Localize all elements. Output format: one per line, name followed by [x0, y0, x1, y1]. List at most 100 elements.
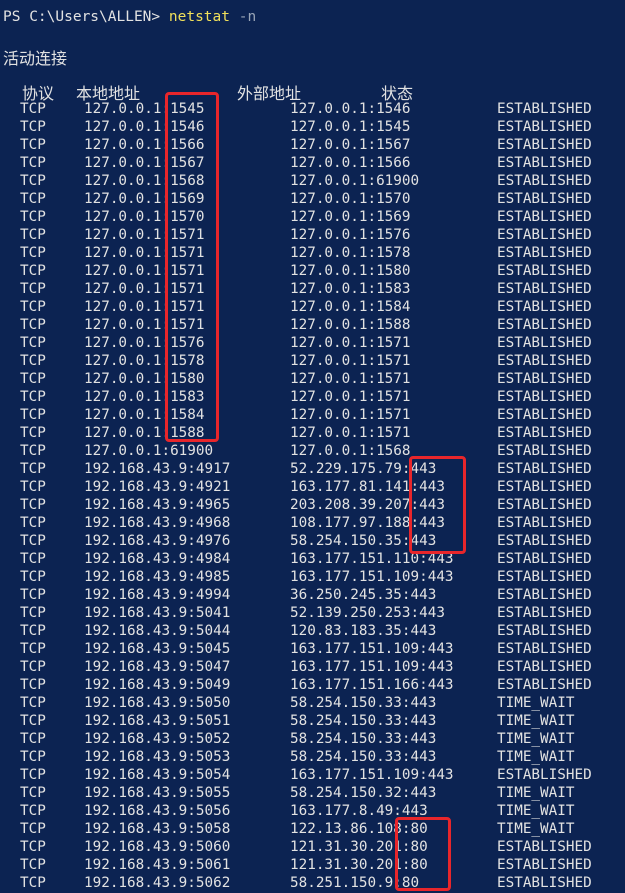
local-address-cell: 192.168.43.9:5045: [84, 641, 231, 657]
foreign-address-cell: 163.177.81.141:443: [290, 479, 445, 495]
connection-row: TCP 192.168.43.9:5053 58.254.150.33:443 TIM…: [0, 748, 625, 766]
state-cell: ESTABLISHED: [497, 839, 592, 855]
state-cell: ESTABLISHED: [497, 281, 592, 297]
foreign-address-cell: 127.0.0.1:1583: [290, 281, 411, 297]
local-address-cell: 127.0.0.1:1571: [84, 227, 205, 243]
connection-row: TCP 192.168.43.9:4985 163.177.151.109:443 E…: [0, 568, 625, 586]
local-address-cell: 127.0.0.1:1571: [84, 281, 205, 297]
protocol-cell: TCP: [20, 227, 46, 243]
state-cell: ESTABLISHED: [497, 371, 592, 387]
protocol-cell: TCP: [20, 173, 46, 189]
foreign-address-cell: 127.0.0.1:1588: [290, 317, 411, 333]
local-address-cell: 192.168.43.9:4985: [84, 569, 231, 585]
protocol-cell: TCP: [20, 281, 46, 297]
local-address-cell: 192.168.43.9:5051: [84, 713, 231, 729]
protocol-cell: TCP: [20, 785, 46, 801]
local-address-cell: 192.168.43.9:5047: [84, 659, 231, 675]
protocol-cell: TCP: [20, 299, 46, 315]
connection-row: TCP 192.168.43.9:5058 122.13.86.108:80 TIME…: [0, 820, 625, 838]
protocol-cell: TCP: [20, 209, 46, 225]
connection-row: TCP 127.0.0.1:1588 127.0.0.1:1571 ESTABLISH…: [0, 424, 625, 442]
protocol-cell: TCP: [20, 875, 46, 891]
protocol-cell: TCP: [20, 425, 46, 441]
state-cell: ESTABLISHED: [497, 497, 592, 513]
state-cell: ESTABLISHED: [497, 335, 592, 351]
foreign-address-cell: 127.0.0.1:1571: [290, 353, 411, 369]
state-cell: TIME_WAIT: [497, 731, 575, 747]
foreign-address-cell: 163.177.151.109:443: [290, 767, 454, 783]
local-address-cell: 192.168.43.9:5060: [84, 839, 231, 855]
connection-row: TCP 192.168.43.9:5052 58.254.150.33:443 TIM…: [0, 730, 625, 748]
local-address-cell: 192.168.43.9:5053: [84, 749, 231, 765]
local-address-cell: 192.168.43.9:5058: [84, 821, 231, 837]
foreign-address-cell: 163.177.151.110:443: [290, 551, 454, 567]
connection-row: TCP 127.0.0.1:1578 127.0.0.1:1571 ESTABLISH…: [0, 352, 625, 370]
local-address-cell: 192.168.43.9:5049: [84, 677, 231, 693]
state-cell: ESTABLISHED: [497, 155, 592, 171]
connection-row: TCP 127.0.0.1:1545 127.0.0.1:1546 ESTABLISH…: [0, 100, 625, 118]
state-cell: ESTABLISHED: [497, 245, 592, 261]
connection-row: TCP 127.0.0.1:1568 127.0.0.1:61900 ESTABLIS…: [0, 172, 625, 190]
state-cell: ESTABLISHED: [497, 353, 592, 369]
connection-row: TCP 127.0.0.1:1583 127.0.0.1:1571 ESTABLISH…: [0, 388, 625, 406]
state-cell: TIME_WAIT: [497, 713, 575, 729]
foreign-address-cell: 121.31.30.201:80: [290, 857, 428, 873]
protocol-cell: TCP: [20, 659, 46, 675]
state-cell: ESTABLISHED: [497, 659, 592, 675]
protocol-cell: TCP: [20, 551, 46, 567]
connection-row: TCP 127.0.0.1:1571 127.0.0.1:1578 ESTABLISH…: [0, 244, 625, 262]
foreign-address-cell: 163.177.151.109:443: [290, 569, 454, 585]
state-cell: ESTABLISHED: [497, 623, 592, 639]
local-address-cell: 127.0.0.1:1583: [84, 389, 205, 405]
protocol-cell: TCP: [20, 101, 46, 117]
protocol-cell: TCP: [20, 137, 46, 153]
prompt-path: PS C:\Users\ALLEN>: [3, 9, 169, 25]
state-cell: ESTABLISHED: [497, 317, 592, 333]
protocol-cell: TCP: [20, 497, 46, 513]
local-address-cell: 192.168.43.9:5056: [84, 803, 231, 819]
connection-row: TCP 127.0.0.1:1576 127.0.0.1:1571 ESTABLISH…: [0, 334, 625, 352]
state-cell: ESTABLISHED: [497, 569, 592, 585]
state-cell: ESTABLISHED: [497, 875, 592, 891]
local-address-cell: 127.0.0.1:1546: [84, 119, 205, 135]
state-cell: ESTABLISHED: [497, 857, 592, 873]
protocol-cell: TCP: [20, 245, 46, 261]
connection-row: TCP 127.0.0.1:1566 127.0.0.1:1567 ESTABLISH…: [0, 136, 625, 154]
protocol-cell: TCP: [20, 677, 46, 693]
connection-row: TCP 192.168.43.9:5041 52.139.250.253:443 ES…: [0, 604, 625, 622]
local-address-cell: 192.168.43.9:5052: [84, 731, 231, 747]
command-prompt[interactable]: PS C:\Users\ALLEN> netstat -n: [3, 9, 256, 25]
state-cell: ESTABLISHED: [497, 299, 592, 315]
state-cell: TIME_WAIT: [497, 803, 575, 819]
state-cell: ESTABLISHED: [497, 119, 592, 135]
state-cell: ESTABLISHED: [497, 191, 592, 207]
connection-row: TCP 192.168.43.9:5056 163.177.8.49:443 TIME…: [0, 802, 625, 820]
local-address-cell: 192.168.43.9:5054: [84, 767, 231, 783]
protocol-cell: TCP: [20, 407, 46, 423]
foreign-address-cell: 127.0.0.1:1570: [290, 191, 411, 207]
foreign-address-cell: 122.13.86.108:80: [290, 821, 428, 837]
state-cell: ESTABLISHED: [497, 515, 592, 531]
local-address-cell: 192.168.43.9:5044: [84, 623, 231, 639]
local-address-cell: 192.168.43.9:4965: [84, 497, 231, 513]
protocol-cell: TCP: [20, 533, 46, 549]
local-address-cell: 127.0.0.1:1588: [84, 425, 205, 441]
foreign-address-cell: 127.0.0.1:1571: [290, 425, 411, 441]
connection-row: TCP 127.0.0.1:61900 127.0.0.1:1568 ESTABLIS…: [0, 442, 625, 460]
foreign-address-cell: 127.0.0.1:1566: [290, 155, 411, 171]
connection-row: TCP 127.0.0.1:1571 127.0.0.1:1583 ESTABLISH…: [0, 280, 625, 298]
connection-row: TCP 192.168.43.9:5050 58.254.150.33:443 TIM…: [0, 694, 625, 712]
protocol-cell: TCP: [20, 515, 46, 531]
connection-row: TCP 192.168.43.9:5060 121.31.30.201:80 ESTA…: [0, 838, 625, 856]
local-address-cell: 127.0.0.1:1576: [84, 335, 205, 351]
protocol-cell: TCP: [20, 479, 46, 495]
state-cell: ESTABLISHED: [497, 101, 592, 117]
foreign-address-cell: 127.0.0.1:1584: [290, 299, 411, 315]
state-cell: ESTABLISHED: [497, 587, 592, 603]
state-cell: ESTABLISHED: [497, 677, 592, 693]
protocol-cell: TCP: [20, 335, 46, 351]
protocol-cell: TCP: [20, 695, 46, 711]
foreign-address-cell: 58.254.150.33:443: [290, 731, 437, 747]
foreign-address-cell: 127.0.0.1:1569: [290, 209, 411, 225]
state-cell: ESTABLISHED: [497, 227, 592, 243]
